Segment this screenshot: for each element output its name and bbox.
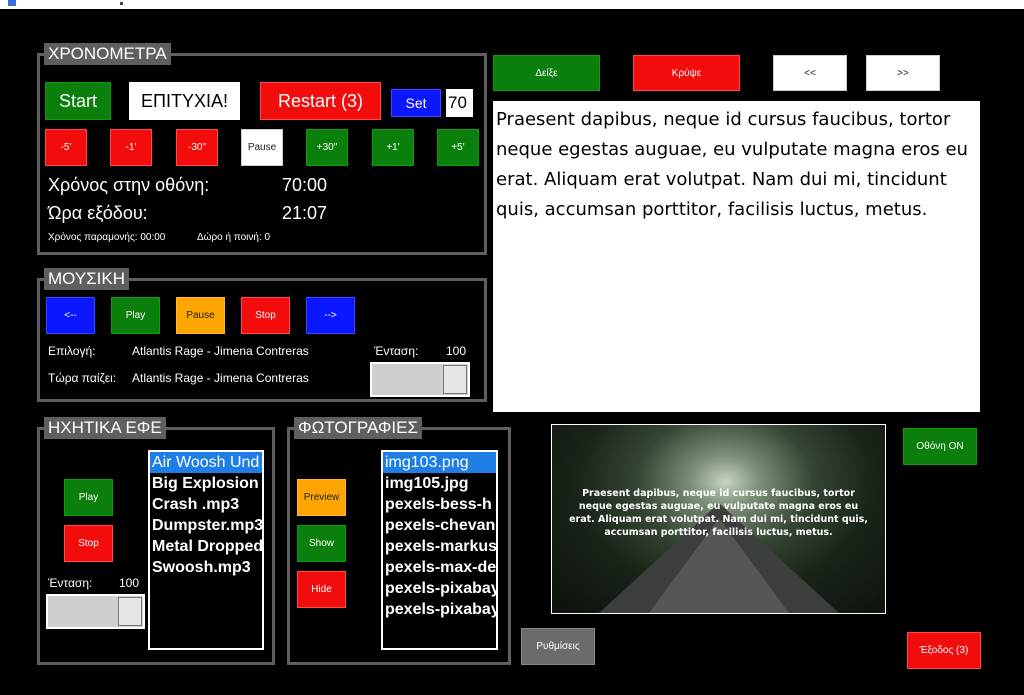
- sfx-list-item[interactable]: Big Explosion: [150, 473, 262, 494]
- photo-hide-button[interactable]: Hide: [297, 571, 346, 608]
- bonus-text: Δώρο ή ποινή: 0: [197, 232, 271, 243]
- set-button[interactable]: Set: [391, 89, 441, 117]
- photo-file-list[interactable]: img103.png img105.jpg pexels-bess-h pexe…: [381, 450, 498, 650]
- window-titlebar: [0, 0, 1024, 9]
- plus-5-button[interactable]: +5': [437, 129, 479, 166]
- photo-list-item[interactable]: img105.jpg: [383, 473, 496, 494]
- music-volume-slider[interactable]: [370, 362, 470, 397]
- sfx-volume-label: Ένταση:: [48, 576, 93, 590]
- music-prev-button[interactable]: <--: [46, 297, 95, 334]
- photo-list-item[interactable]: img103.png: [383, 452, 496, 473]
- settings-button[interactable]: Ρυθμίσεις: [521, 628, 595, 665]
- now-playing-label: Τώρα παίζει:: [48, 371, 117, 385]
- music-group-title: ΜΟΥΣΙΚΗ: [44, 268, 130, 290]
- minus-1-button[interactable]: -1': [110, 129, 152, 166]
- screen-preview: Praesent dapibus, neque id cursus faucib…: [551, 424, 886, 614]
- restart-button[interactable]: Restart (3): [260, 82, 381, 120]
- sfx-volume-value: 100: [119, 576, 140, 590]
- exit-time-value: 21:07: [282, 203, 328, 223]
- screen-time-label: Χρόνος στην οθόνη:: [48, 175, 210, 195]
- photo-list-item[interactable]: pexels-bess-h: [383, 494, 496, 515]
- sfx-volume-thumb[interactable]: [118, 597, 142, 626]
- music-next-button[interactable]: -->: [306, 297, 355, 334]
- preview-overlay-text: Praesent dapibus, neque id cursus faucib…: [569, 488, 868, 538]
- minus-5-button[interactable]: -5': [45, 129, 87, 166]
- photos-group-title: ΦΩΤΟΓΡΑΦΙΕΣ: [294, 417, 422, 439]
- screen-on-button[interactable]: Οθόνη ON: [903, 428, 977, 465]
- set-value-input[interactable]: 70: [446, 89, 473, 117]
- sfx-play-button[interactable]: Play: [64, 479, 113, 516]
- sfx-list-item[interactable]: Metal Dropped: [150, 536, 262, 557]
- plus-1-button[interactable]: +1': [372, 129, 414, 166]
- plus-30-button[interactable]: +30": [306, 129, 348, 166]
- sfx-stop-button[interactable]: Stop: [64, 525, 113, 562]
- photo-list-item[interactable]: pexels-markus: [383, 536, 496, 557]
- music-volume-value: 100: [446, 344, 467, 358]
- now-playing-value: Atlantis Rage - Jimena Contreras: [132, 371, 309, 385]
- status-display: ΕΠΙΤΥΧΙΑ!: [129, 82, 240, 120]
- start-button[interactable]: Start: [45, 82, 111, 120]
- sfx-list-item[interactable]: Dumpster.mp3: [150, 515, 262, 536]
- sfx-group-title: ΗΧΗΤΙΚΑ ΕΦΕ: [44, 417, 166, 439]
- exit-button[interactable]: Έξοδος (3): [907, 632, 981, 669]
- sfx-list-item[interactable]: Crash .mp3: [150, 494, 262, 515]
- title-mark: [120, 2, 123, 5]
- photo-list-item[interactable]: pexels-max-de: [383, 557, 496, 578]
- photo-show-button[interactable]: Show: [297, 525, 346, 562]
- photo-preview-button[interactable]: Preview: [297, 479, 346, 516]
- sfx-file-list[interactable]: Air Woosh Und Big Explosion Crash .mp3 D…: [148, 450, 264, 650]
- music-pause-button[interactable]: Pause: [176, 297, 225, 334]
- music-play-button[interactable]: Play: [111, 297, 160, 334]
- screen-time-value: 70:00: [282, 175, 328, 195]
- sfx-list-item[interactable]: Swoosh.mp3: [150, 557, 262, 578]
- music-volume-thumb[interactable]: [443, 365, 467, 394]
- text-editor[interactable]: Praesent dapibus, neque id cursus faucib…: [493, 101, 980, 412]
- selection-value: Atlantis Rage - Jimena Contreras: [132, 344, 309, 358]
- timers-group-title: ΧΡΟΝΟΜΕΤΡΑ: [44, 43, 171, 65]
- selection-label: Επιλογή:: [48, 344, 96, 358]
- stay-time-text: Χρόνος παραμονής: 00:00: [48, 232, 166, 243]
- photo-list-item[interactable]: pexels-pixabay: [383, 578, 496, 599]
- minus-30-button[interactable]: -30": [176, 129, 218, 166]
- exit-time-label: Ώρα εξόδου:: [48, 203, 148, 223]
- photo-list-item[interactable]: pexels-chevan: [383, 515, 496, 536]
- sfx-volume-slider[interactable]: [46, 594, 145, 629]
- app-icon: [8, 0, 16, 6]
- pause-timer-button[interactable]: Pause: [241, 129, 283, 166]
- show-text-button[interactable]: Δείξε: [493, 55, 600, 91]
- music-volume-label: Ένταση:: [374, 344, 419, 358]
- sfx-list-item[interactable]: Air Woosh Und: [150, 452, 262, 473]
- prev-text-button[interactable]: <<: [773, 55, 847, 91]
- next-text-button[interactable]: >>: [866, 55, 940, 91]
- photo-list-item[interactable]: pexels-pixabay: [383, 599, 496, 620]
- music-stop-button[interactable]: Stop: [241, 297, 290, 334]
- hide-text-button[interactable]: Κρύψε: [633, 55, 740, 91]
